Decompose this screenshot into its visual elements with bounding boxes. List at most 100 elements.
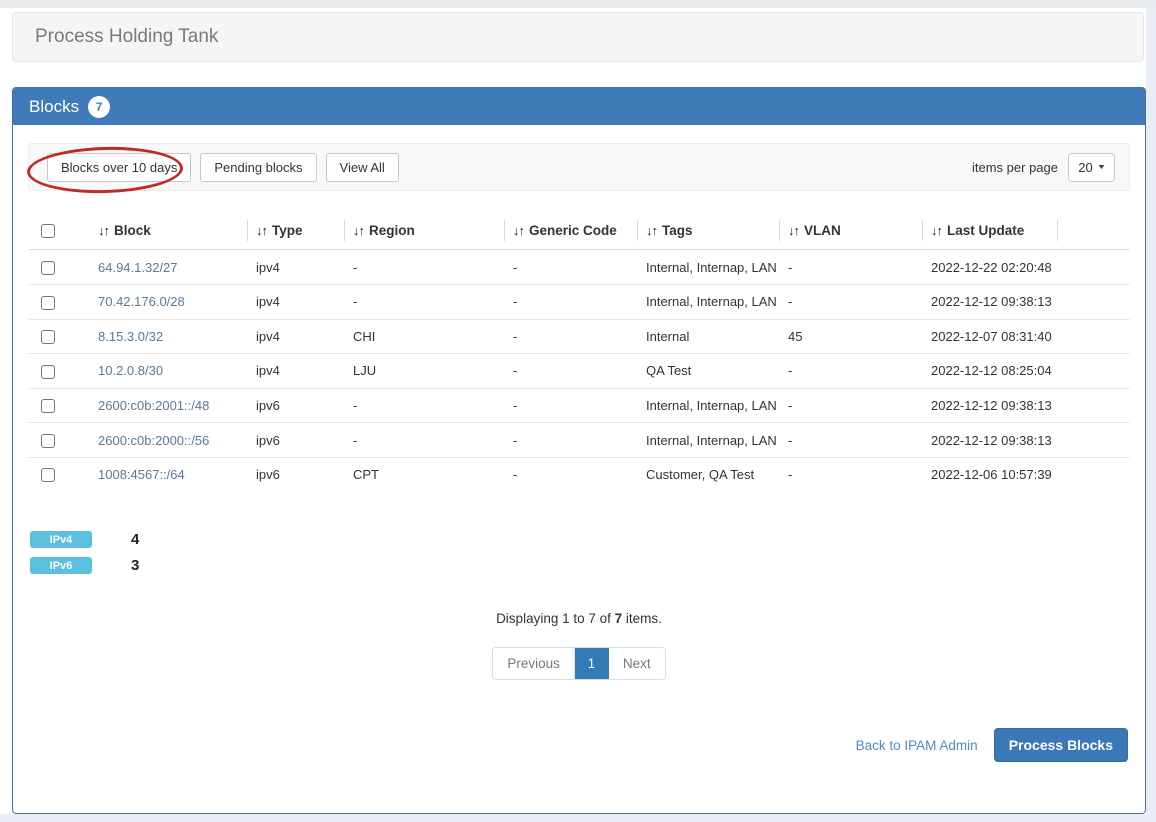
region-cell: - <box>345 250 505 285</box>
row-select-cell <box>28 388 90 423</box>
vlan-cell: - <box>780 354 923 389</box>
block-cell: 2600:c0b:2000::/56 <box>90 423 248 458</box>
generic-code-cell: - <box>505 354 638 389</box>
table-row: 1008:4567::/64 ipv6 CPT - Customer, QA T… <box>28 457 1130 491</box>
region-cell: - <box>345 423 505 458</box>
type-cell: ipv6 <box>248 457 345 491</box>
block-link[interactable]: 10.2.0.8/30 <box>98 363 163 378</box>
sort-icon: ↓↑ <box>788 223 799 238</box>
page-1-button[interactable]: 1 <box>575 648 609 679</box>
last-update-cell: 2022-12-12 09:38:13 <box>923 423 1058 458</box>
block-link[interactable]: 2600:c0b:2001::/48 <box>98 398 209 413</box>
column-label: Region <box>369 223 415 238</box>
select-all-checkbox[interactable] <box>41 224 55 238</box>
table-row: 2600:c0b:2001::/48 ipv6 - - Internal, In… <box>28 388 1130 423</box>
pagination: Previous 1 Next <box>28 647 1130 680</box>
table-row: 10.2.0.8/30 ipv4 LJU - QA Test - 2022-12… <box>28 354 1130 389</box>
view-all-button[interactable]: View All <box>326 153 399 182</box>
tags-cell: Internal, Internap, LAN <box>638 285 780 320</box>
column-header-filler <box>1058 211 1130 250</box>
panel-title: Blocks <box>29 97 79 117</box>
sort-icon: ↓↑ <box>513 223 524 238</box>
column-header-last-update[interactable]: ↓↑Last Update <box>923 211 1058 250</box>
items-per-page-select[interactable]: 20 ▼ <box>1068 153 1115 182</box>
last-update-cell: 2022-12-12 08:25:04 <box>923 354 1058 389</box>
filler-cell <box>1058 319 1130 354</box>
ipv4-summary-row: IPv4 4 <box>30 531 1130 548</box>
region-cell: CPT <box>345 457 505 491</box>
block-link[interactable]: 8.15.3.0/32 <box>98 329 163 344</box>
row-checkbox[interactable] <box>41 330 55 344</box>
block-link[interactable]: 2600:c0b:2000::/56 <box>98 433 209 448</box>
blocks-table: ↓↑ Block ↓↑Type ↓↑ Region ↓↑ Generic Code ↓… <box>28 211 1130 491</box>
previous-page-button[interactable]: Previous <box>493 648 575 679</box>
block-link[interactable]: 64.94.1.32/27 <box>98 260 178 275</box>
column-header-tags[interactable]: ↓↑Tags <box>638 211 780 250</box>
column-header-region[interactable]: ↓↑ Region <box>345 211 505 250</box>
row-checkbox[interactable] <box>41 434 55 448</box>
type-cell: ipv4 <box>248 285 345 320</box>
region-cell: LJU <box>345 354 505 389</box>
displaying-summary: Displaying 1 to 7 of 7 items. <box>28 611 1130 626</box>
page-title: Process Holding Tank <box>35 26 218 48</box>
footer-actions: Back to IPAM Admin Process Blocks <box>856 728 1128 762</box>
row-select-cell <box>28 250 90 285</box>
tags-cell: Internal, Internap, LAN <box>638 388 780 423</box>
generic-code-cell: - <box>505 457 638 491</box>
blocks-over-10-days-button[interactable]: Blocks over 10 days <box>47 153 191 182</box>
row-select-cell <box>28 285 90 320</box>
type-cell: ipv4 <box>248 250 345 285</box>
ipv6-count: 3 <box>131 557 139 574</box>
back-to-ipam-admin-link[interactable]: Back to IPAM Admin <box>856 738 978 753</box>
block-link[interactable]: 70.42.176.0/28 <box>98 294 185 309</box>
sort-icon: ↓↑ <box>98 223 109 238</box>
table-row: 2600:c0b:2000::/56 ipv6 - - Internal, In… <box>28 423 1130 458</box>
tags-cell: Internal <box>638 319 780 354</box>
panel-header: Blocks 7 <box>13 88 1145 125</box>
vlan-cell: - <box>780 423 923 458</box>
table-row: 64.94.1.32/27 ipv4 - - Internal, Interna… <box>28 250 1130 285</box>
filler-cell <box>1058 250 1130 285</box>
tags-cell: Internal, Internap, LAN <box>638 423 780 458</box>
blocks-panel: Blocks 7 Blocks over 10 days Pending blo… <box>12 87 1146 814</box>
filler-cell <box>1058 388 1130 423</box>
sort-icon: ↓↑ <box>646 223 657 238</box>
generic-code-cell: - <box>505 388 638 423</box>
block-cell: 8.15.3.0/32 <box>90 319 248 354</box>
last-update-cell: 2022-12-12 09:38:13 <box>923 285 1058 320</box>
table-row: 8.15.3.0/32 ipv4 CHI - Internal 45 2022-… <box>28 319 1130 354</box>
column-header-vlan[interactable]: ↓↑VLAN <box>780 211 923 250</box>
sort-icon: ↓↑ <box>353 223 364 238</box>
block-cell: 70.42.176.0/28 <box>90 285 248 320</box>
column-label: Block <box>114 223 151 238</box>
pending-blocks-button[interactable]: Pending blocks <box>200 153 316 182</box>
tags-cell: Internal, Internap, LAN <box>638 250 780 285</box>
column-header-generic-code[interactable]: ↓↑ Generic Code <box>505 211 638 250</box>
region-cell: CHI <box>345 319 505 354</box>
region-cell: - <box>345 285 505 320</box>
page-edge-bottom <box>0 814 1156 822</box>
page-edge-top <box>0 0 1156 8</box>
generic-code-cell: - <box>505 319 638 354</box>
row-checkbox[interactable] <box>41 468 55 482</box>
next-page-button[interactable]: Next <box>609 648 665 679</box>
row-checkbox[interactable] <box>41 365 55 379</box>
column-header-type[interactable]: ↓↑Type <box>248 211 345 250</box>
row-select-cell <box>28 319 90 354</box>
generic-code-cell: - <box>505 423 638 458</box>
row-checkbox[interactable] <box>41 296 55 310</box>
panel-body: Blocks over 10 days Pending blocks View … <box>13 125 1145 815</box>
sort-icon: ↓↑ <box>256 223 267 238</box>
row-checkbox[interactable] <box>41 261 55 275</box>
items-per-page-label: items per page <box>972 160 1058 175</box>
block-cell: 64.94.1.32/27 <box>90 250 248 285</box>
column-label: Generic Code <box>529 223 617 238</box>
pagination-group: Previous 1 Next <box>492 647 665 680</box>
column-header-block[interactable]: ↓↑ Block <box>90 211 248 250</box>
block-link[interactable]: 1008:4567::/64 <box>98 467 185 482</box>
row-checkbox[interactable] <box>41 399 55 413</box>
ipv4-badge: IPv4 <box>30 531 92 548</box>
process-blocks-button[interactable]: Process Blocks <box>994 728 1128 762</box>
block-cell: 10.2.0.8/30 <box>90 354 248 389</box>
vlan-cell: - <box>780 250 923 285</box>
